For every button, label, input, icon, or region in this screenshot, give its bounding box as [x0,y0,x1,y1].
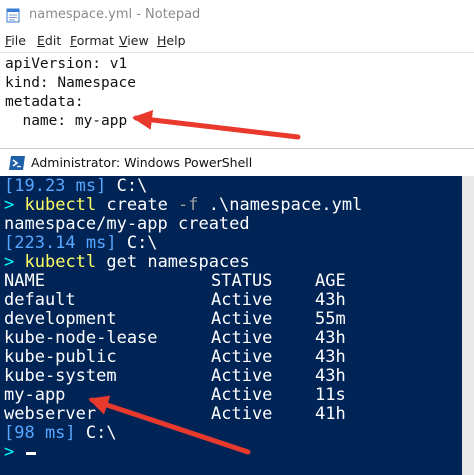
namespace-age: 43h [315,328,346,348]
table-row: webserver Active 41h [4,405,444,424]
menu-format-mnemonic: F [70,33,77,48]
menu-view-label: iew [127,33,149,48]
powershell-icon [9,156,25,170]
namespace-status: Active [211,290,273,310]
command-name: kubectl [24,252,97,272]
prompt-arrow: > [4,195,15,215]
table-row: kube-system Active 43h [4,367,444,386]
prompt-timing: [19.23 ms] [4,176,107,196]
namespace-name: default [4,290,76,310]
namespace-status: Active [211,366,273,386]
command-args-file: .\namespace.yml [198,195,363,215]
namespace-status: Active [211,309,273,329]
notepad-titlebar[interactable]: namespace.yml - Notepad [0,0,474,30]
notepad-menubar: File Edit Format View Help [0,32,474,52]
menu-file-label: ile [11,33,26,48]
prompt-timing: [223.14 ms] [4,233,117,253]
yaml-line-name: name: my-app [5,113,128,129]
namespace-status: Active [211,347,273,367]
table-header: NAME STATUS AGE [4,272,444,291]
command-line-2: > kubectl get namespaces [4,253,250,272]
prompt-path: C:\ [75,423,117,443]
prompt-path: C:\ [116,233,158,253]
prompt-path: C:\ [106,176,148,196]
prompt-arrow: > [4,252,15,272]
table-row: default Active 43h [4,291,444,310]
column-header-status: STATUS [211,271,273,291]
notepad-text-area[interactable]: apiVersion: v1 kind: Namespace metadata:… [0,52,474,148]
menu-file[interactable]: File [5,33,26,48]
menu-edit-label: dit [44,33,62,48]
namespace-age: 43h [315,290,346,310]
notepad-window: namespace.yml - Notepad File Edit Format… [0,0,474,148]
namespace-age: 41h [315,404,346,424]
input-line[interactable]: > [4,443,14,462]
column-header-name: NAME [4,271,45,291]
command-line-1: > kubectl create -f .\namespace.yml [4,196,362,215]
text-cursor [26,452,36,455]
menu-format[interactable]: Format [70,33,114,48]
namespace-age: 55m [315,309,346,329]
yaml-line-apiversion: apiVersion: v1 [5,56,128,72]
namespace-name: my-app [4,385,66,405]
menu-edit-mnemonic: E [37,33,45,48]
menu-edit[interactable]: Edit [37,33,61,48]
powershell-window: Administrator: Windows PowerShell [19.23… [0,148,474,475]
namespace-name: webserver [4,404,97,424]
namespace-age: 43h [315,366,346,386]
table-row: development Active 55m [4,310,444,329]
yaml-line-metadata: metadata: [5,94,84,110]
table-row: kube-public Active 43h [4,348,444,367]
namespace-age: 43h [315,347,346,367]
namespace-name: kube-public [4,347,117,367]
namespace-status: Active [211,385,273,405]
powershell-title: Administrator: Windows PowerShell [31,155,253,170]
command-args: create [96,195,179,215]
command-flag: -f [178,195,199,215]
menu-help-label: elp [166,33,186,48]
notepad-title: namespace.yml - Notepad [29,7,201,22]
output-line: namespace/my-app created [4,214,250,234]
powershell-console[interactable]: [19.23 ms] C:\ > kubectl create -f .\nam… [0,176,462,475]
command-args: get namespaces [96,252,250,272]
yaml-line-kind: kind: Namespace [5,75,136,91]
prompt-line-3: [98 ms] C:\ [4,424,117,443]
table-row: kube-node-lease Active 43h [4,329,444,348]
menu-help[interactable]: Help [157,33,186,48]
powershell-titlebar[interactable]: Administrator: Windows PowerShell [0,148,474,176]
notepad-icon [6,8,20,23]
prompt-arrow: > [4,442,15,462]
prompt-line-1: [19.23 ms] C:\ [4,177,147,196]
table-row: my-app Active 11s [4,386,444,405]
namespace-status: Active [211,404,273,424]
menu-view[interactable]: View [119,33,149,48]
column-header-age: AGE [315,271,346,291]
namespace-status: Active [211,328,273,348]
prompt-line-2: [223.14 ms] C:\ [4,234,158,253]
command-name: kubectl [24,195,97,215]
namespace-name: development [4,309,117,329]
prompt-timing: [98 ms] [4,423,76,443]
menu-format-label: ormat [76,33,115,48]
namespace-name: kube-system [4,366,117,386]
menu-help-mnemonic: H [157,33,167,48]
console-scrollbar[interactable] [462,176,474,475]
namespace-name: kube-node-lease [4,328,158,348]
namespace-age: 11s [315,385,346,405]
